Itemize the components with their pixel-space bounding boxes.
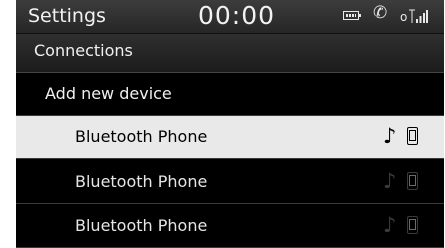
svg-text:o: o (400, 10, 407, 24)
battery-icon (343, 11, 361, 20)
device-item[interactable]: Bluetooth Phone ♪ (16, 205, 444, 248)
handsfree-phone-icon: ✆ (373, 3, 388, 23)
device-item[interactable]: Bluetooth Phone ♪ (16, 161, 444, 204)
music-note-icon: ♪ (383, 213, 397, 237)
mobile-phone-icon (407, 172, 418, 190)
signal-strength-icon: o (400, 9, 428, 24)
status-bar: Settings 00:00 ✆ o (16, 0, 444, 34)
head-unit-screen: Settings 00:00 ✆ o Connections Add new d… (16, 0, 444, 248)
music-note-icon: ♪ (383, 124, 397, 148)
music-note-icon: ♪ (383, 169, 397, 193)
section-header-label: Connections (34, 41, 133, 60)
clock: 00:00 (198, 1, 276, 30)
device-item[interactable]: Bluetooth Phone ♪ (16, 116, 444, 159)
device-name: Bluetooth Phone (75, 127, 208, 146)
section-header-connections: Connections (16, 34, 444, 73)
add-new-device-item[interactable]: Add new device (16, 73, 444, 116)
mobile-phone-icon (407, 127, 418, 145)
mobile-phone-icon (407, 216, 418, 234)
device-name: Bluetooth Phone (75, 216, 208, 235)
device-name: Bluetooth Phone (75, 172, 208, 191)
add-new-device-label: Add new device (45, 84, 172, 103)
screen-title: Settings (28, 5, 106, 27)
